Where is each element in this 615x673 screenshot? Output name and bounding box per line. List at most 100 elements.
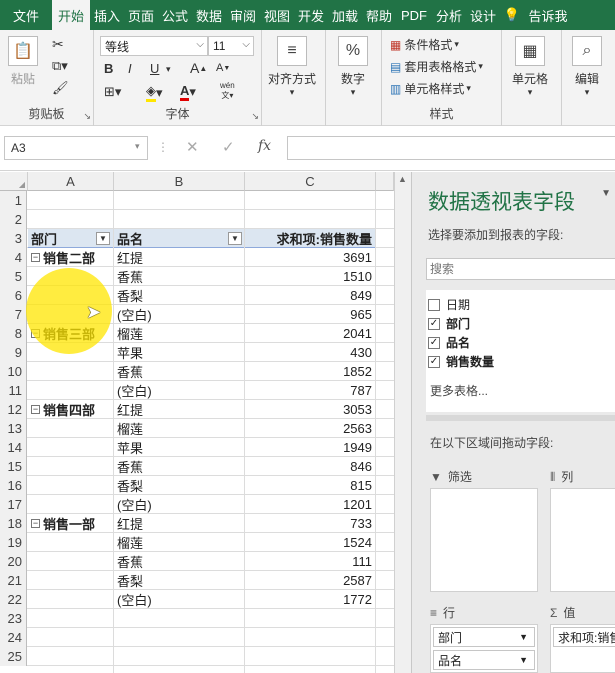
- filter-dropdown-icon[interactable]: ▼: [96, 232, 110, 245]
- cell-c[interactable]: 846: [245, 457, 375, 476]
- filter-dropdown-icon[interactable]: ▼: [228, 232, 242, 245]
- field-checkbox[interactable]: ✓: [428, 336, 440, 349]
- tab-file[interactable]: 文件: [0, 0, 52, 30]
- cell-a[interactable]: [28, 419, 113, 438]
- cell-c[interactable]: 1852: [245, 362, 375, 381]
- cell-c[interactable]: 求和项:销售数量: [245, 229, 375, 248]
- values-drop-area[interactable]: 求和项:销售: [550, 624, 615, 673]
- vertical-scrollbar[interactable]: ▲: [394, 172, 411, 673]
- tab-data[interactable]: 数据: [192, 0, 226, 30]
- cell-b[interactable]: (空白): [114, 381, 244, 400]
- cell-b[interactable]: (空白): [114, 305, 244, 324]
- cell-c[interactable]: 1772: [245, 590, 375, 609]
- cell-b[interactable]: 品名 ▼: [114, 229, 244, 248]
- copy-icon[interactable]: ⧉▾: [52, 58, 68, 74]
- cell-b[interactable]: [114, 647, 244, 666]
- cut-icon[interactable]: ✂: [52, 36, 64, 53]
- row-header[interactable]: 4: [0, 248, 27, 267]
- cell-c[interactable]: 787: [245, 381, 375, 400]
- cell-b[interactable]: [114, 210, 244, 229]
- cell-b[interactable]: 香梨: [114, 286, 244, 305]
- insert-function-icon[interactable]: fx: [258, 138, 271, 154]
- editing-button[interactable]: ⌕ 编辑 ▾: [572, 36, 602, 98]
- row-header[interactable]: 8: [0, 324, 27, 343]
- chevron-down-icon[interactable]: ▼: [519, 655, 528, 665]
- phonetic-guide-icon[interactable]: wén 文▾: [220, 81, 235, 101]
- paste-button[interactable]: 📋 粘贴: [8, 36, 38, 87]
- cell-a[interactable]: [28, 495, 113, 514]
- format-painter-icon[interactable]: 🖌: [52, 80, 69, 96]
- cell-b[interactable]: 香蕉: [114, 457, 244, 476]
- cell-c[interactable]: 2563: [245, 419, 375, 438]
- cell-a[interactable]: [28, 476, 113, 495]
- cell-c[interactable]: [245, 609, 375, 628]
- font-size-select[interactable]: 11 ⌵: [208, 36, 254, 56]
- cell-b[interactable]: 香蕉: [114, 552, 244, 571]
- cell-a[interactable]: [28, 362, 113, 381]
- cell-a[interactable]: [28, 552, 113, 571]
- tab-analyze[interactable]: 分析: [432, 0, 466, 30]
- shrink-font-button[interactable]: A ▼: [216, 62, 230, 74]
- cell-a[interactable]: − 销售四部: [28, 400, 113, 419]
- underline-button[interactable]: U: [150, 61, 159, 76]
- tab-help[interactable]: 帮助: [362, 0, 396, 30]
- tab-addins[interactable]: 加载: [328, 0, 362, 30]
- cell-a[interactable]: [28, 647, 113, 666]
- select-all-corner[interactable]: ◢: [0, 172, 28, 191]
- dialog-launcher-icon[interactable]: ↘: [83, 111, 91, 122]
- cell-c[interactable]: 1524: [245, 533, 375, 552]
- cell-a[interactable]: [28, 457, 113, 476]
- font-name-select[interactable]: 等线 ⌵: [100, 36, 208, 56]
- cell-c[interactable]: 733: [245, 514, 375, 533]
- cell-a[interactable]: − 销售二部: [28, 248, 113, 267]
- cell-b[interactable]: 香梨: [114, 476, 244, 495]
- cell-c[interactable]: 430: [245, 343, 375, 362]
- tab-insert[interactable]: 插入: [90, 0, 124, 30]
- cell-a[interactable]: [28, 590, 113, 609]
- cell-a[interactable]: 部门 ▼: [28, 229, 113, 248]
- cell-b[interactable]: 香梨: [114, 571, 244, 590]
- cancel-icon[interactable]: ✕: [186, 138, 199, 156]
- cells-button[interactable]: ▦ 单元格 ▾: [512, 36, 548, 98]
- enter-icon[interactable]: ✓: [222, 138, 235, 156]
- conditional-formatting-button[interactable]: ▦ 条件格式 ▾: [390, 36, 459, 53]
- cell-c[interactable]: [245, 210, 375, 229]
- tab-formulas[interactable]: 公式: [158, 0, 192, 30]
- cell-b[interactable]: 榴莲: [114, 419, 244, 438]
- number-format-button[interactable]: % 数字 ▾: [338, 36, 368, 98]
- cell-c[interactable]: 965: [245, 305, 375, 324]
- tab-page-layout[interactable]: 页面: [124, 0, 158, 30]
- row-header[interactable]: 12: [0, 400, 27, 419]
- column-header-b[interactable]: B: [114, 172, 245, 191]
- row-header[interactable]: 19: [0, 533, 27, 552]
- cell-b[interactable]: 榴莲: [114, 533, 244, 552]
- grow-font-button[interactable]: A ▲: [190, 60, 207, 76]
- row-header[interactable]: 15: [0, 457, 27, 476]
- cell-a[interactable]: − 销售一部: [28, 514, 113, 533]
- cell-c[interactable]: 3053: [245, 400, 375, 419]
- row-header[interactable]: 11: [0, 381, 27, 400]
- row-header[interactable]: 7: [0, 305, 27, 324]
- chevron-down-icon[interactable]: ▼: [519, 632, 528, 642]
- worksheet-grid[interactable]: ◢ A B C 1 2 3 部门 ▼ 品名 ▼ 求和项:销售数量 4− 销售二部 红提 3691 5 香蕉…: [0, 172, 394, 673]
- format-as-table-button[interactable]: ▤ 套用表格格式 ▾: [390, 58, 483, 75]
- filters-drop-area[interactable]: [430, 488, 538, 592]
- name-box[interactable]: A3: [4, 136, 148, 160]
- cell-a[interactable]: [28, 210, 113, 229]
- bold-button[interactable]: B: [104, 61, 113, 76]
- tab-developer[interactable]: 开发: [294, 0, 328, 30]
- rows-drop-area[interactable]: 部门 ▼ 品名 ▼: [430, 624, 538, 673]
- cell-a[interactable]: − 销售三部: [28, 324, 113, 343]
- cell-c[interactable]: 1949: [245, 438, 375, 457]
- cell-b[interactable]: [114, 609, 244, 628]
- chevron-down-icon[interactable]: ▾: [135, 141, 140, 152]
- tab-design[interactable]: 设计: [466, 0, 500, 30]
- chevron-down-icon[interactable]: ▾: [166, 64, 171, 75]
- row-header[interactable]: 13: [0, 419, 27, 438]
- collapse-icon[interactable]: −: [31, 405, 40, 414]
- cell-a[interactable]: [28, 533, 113, 552]
- cell-c[interactable]: 1201: [245, 495, 375, 514]
- field-checkbox[interactable]: ✓: [428, 355, 440, 368]
- fill-color-icon[interactable]: ◈ ▾: [146, 83, 163, 102]
- cell-a[interactable]: [28, 191, 113, 210]
